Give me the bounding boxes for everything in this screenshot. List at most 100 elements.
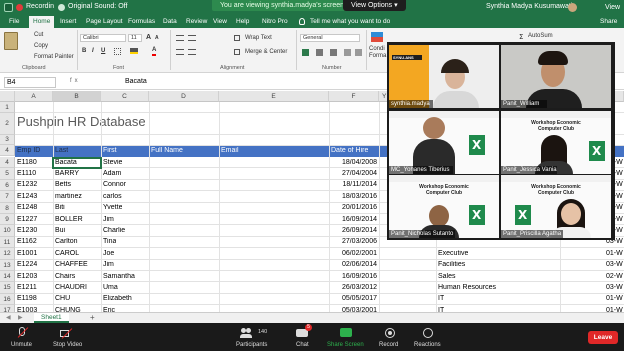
- row-header[interactable]: 5: [0, 168, 15, 180]
- row-header[interactable]: 13: [0, 259, 15, 271]
- cell-code[interactable]: 03-W: [604, 284, 623, 291]
- video-tile-jessica[interactable]: Workshop Economic Computer Club Panit_Je…: [501, 111, 611, 174]
- header-date-of-hire[interactable]: Date of Hire: [329, 147, 368, 154]
- unmute-button[interactable]: Unmute: [11, 342, 32, 348]
- autosum-button[interactable]: AutoSum: [528, 33, 553, 39]
- cell-first[interactable]: carlos: [101, 193, 122, 200]
- cell-last[interactable]: Chairs: [53, 273, 75, 280]
- row-header[interactable]: 2: [0, 113, 15, 135]
- cell-code[interactable]: 03-W: [604, 261, 623, 268]
- sheet-nav-next-icon[interactable]: ▶: [18, 314, 23, 321]
- cell-dept[interactable]: Executive: [436, 250, 468, 257]
- tab-view[interactable]: View: [213, 18, 227, 25]
- cell-id[interactable]: E1232: [15, 181, 37, 188]
- cell-last[interactable]: Betts: [53, 181, 71, 188]
- currency-icon[interactable]: [302, 49, 309, 56]
- paste-icon[interactable]: [4, 32, 18, 50]
- cell-date[interactable]: 20/01/2016: [329, 204, 377, 211]
- cell-id[interactable]: E1230: [15, 227, 37, 234]
- row-header[interactable]: 16: [0, 293, 15, 306]
- wrap-text-button[interactable]: Wrap Text: [245, 35, 272, 41]
- row-header[interactable]: 12: [0, 248, 15, 260]
- font-name-dropdown[interactable]: Calibri: [80, 34, 126, 42]
- cell-last[interactable]: CHAUDRI: [53, 284, 87, 291]
- leave-button[interactable]: Leave: [588, 331, 618, 344]
- cell-code[interactable]: 01-W: [604, 295, 623, 302]
- cell-last[interactable]: Biti: [53, 204, 65, 211]
- column-header-c[interactable]: C: [101, 91, 149, 102]
- share-button[interactable]: Share: [600, 18, 617, 25]
- row-header[interactable]: 11: [0, 236, 15, 249]
- cell-first[interactable]: Stevie: [101, 159, 122, 166]
- header-full-name[interactable]: Full Name: [149, 147, 183, 154]
- conditional-formatting-icon[interactable]: [371, 32, 383, 42]
- column-header-b[interactable]: B: [53, 91, 101, 102]
- cell-first[interactable]: Jim: [101, 261, 114, 268]
- cell-id[interactable]: E1203: [15, 273, 37, 280]
- cell-id[interactable]: E1180: [15, 159, 37, 166]
- cell-id[interactable]: E1110: [15, 170, 36, 177]
- conditional-formatting-button[interactable]: Condi: [369, 46, 385, 52]
- align-top-icon[interactable]: [176, 35, 184, 41]
- cell-last[interactable]: CHAFFEE: [53, 261, 88, 268]
- cell-date[interactable]: 02/06/2014: [329, 261, 377, 268]
- row-header[interactable]: 6: [0, 179, 15, 192]
- video-tile-priscilla[interactable]: Workshop Economic Computer Club Panit_Pr…: [501, 175, 611, 238]
- cell-date[interactable]: 26/03/2012: [329, 284, 377, 291]
- formula-input[interactable]: Bacata: [125, 78, 147, 85]
- cell-date[interactable]: 16/09/2014: [329, 216, 377, 223]
- selected-cell-b4[interactable]: [52, 157, 102, 169]
- row-header[interactable]: 17: [0, 305, 15, 312]
- add-sheet-button[interactable]: +: [90, 313, 95, 322]
- fx-icon[interactable]: fx: [70, 78, 81, 84]
- row-header[interactable]: 10: [0, 225, 15, 237]
- align-center-icon[interactable]: [188, 49, 196, 55]
- select-all-corner[interactable]: [0, 91, 15, 102]
- header-email[interactable]: Email: [219, 147, 239, 154]
- sheet-tab-sheet1[interactable]: Sheet1: [34, 313, 69, 323]
- cell-code[interactable]: 01-W: [604, 250, 623, 257]
- sheet-title[interactable]: Pushpin HR Database: [17, 114, 146, 129]
- align-middle-icon[interactable]: [188, 35, 196, 41]
- cell-date[interactable]: 18/04/2008: [329, 159, 377, 166]
- percent-icon[interactable]: [316, 49, 323, 56]
- excel-save-icon[interactable]: [4, 3, 13, 12]
- cell-date[interactable]: 16/09/2016: [329, 273, 377, 280]
- cell-code[interactable]: 02-W: [604, 273, 623, 280]
- reactions-button[interactable]: Reactions: [414, 342, 441, 348]
- cell-first[interactable]: Elizabeth: [101, 295, 132, 302]
- cell-date[interactable]: 26/09/2014: [329, 227, 377, 234]
- cell-date[interactable]: 27/03/2006: [329, 238, 377, 245]
- cell-dept[interactable]: Human Resources: [436, 284, 496, 291]
- row-header[interactable]: 14: [0, 271, 15, 283]
- column-header-d[interactable]: D: [149, 91, 219, 102]
- comma-icon[interactable]: [330, 49, 337, 56]
- row-header[interactable]: 4: [0, 145, 15, 156]
- decimal-decrease-icon[interactable]: [355, 49, 362, 56]
- cell-date[interactable]: 06/02/2001: [329, 250, 377, 257]
- cell-date[interactable]: 27/04/2004: [329, 170, 377, 177]
- cell-dept[interactable]: Sales: [436, 273, 456, 280]
- cell-date[interactable]: 18/11/2014: [329, 181, 377, 188]
- row-header[interactable]: 3: [0, 135, 15, 145]
- borders-icon[interactable]: [114, 48, 121, 55]
- format-painter-button[interactable]: Format Painter: [34, 54, 74, 60]
- video-tile-william[interactable]: Panit_William: [501, 45, 611, 108]
- tab-file[interactable]: File: [9, 18, 19, 25]
- cell-last[interactable]: Carlton: [53, 238, 78, 245]
- italic-button[interactable]: I: [92, 48, 94, 54]
- cell-first[interactable]: Charlie: [101, 227, 125, 234]
- video-tile-nicholas[interactable]: Workshop Economic Computer Club Panit_Ni…: [389, 175, 499, 238]
- shrink-font-button[interactable]: A: [155, 35, 159, 41]
- header-first[interactable]: First: [101, 147, 117, 154]
- cell-first[interactable]: Samantha: [101, 273, 135, 280]
- merge-center-button[interactable]: Merge & Center: [245, 49, 287, 55]
- view-button[interactable]: View: [605, 4, 620, 11]
- tab-home[interactable]: Home: [29, 16, 55, 28]
- stop-video-button[interactable]: Stop Video: [53, 342, 82, 348]
- tab-formulas[interactable]: Formulas: [128, 18, 155, 25]
- font-color-button[interactable]: A: [152, 47, 157, 56]
- record-button[interactable]: Record: [379, 342, 398, 348]
- tab-help[interactable]: Help: [236, 18, 249, 25]
- tab-nitro-pro[interactable]: Nitro Pro: [262, 18, 288, 25]
